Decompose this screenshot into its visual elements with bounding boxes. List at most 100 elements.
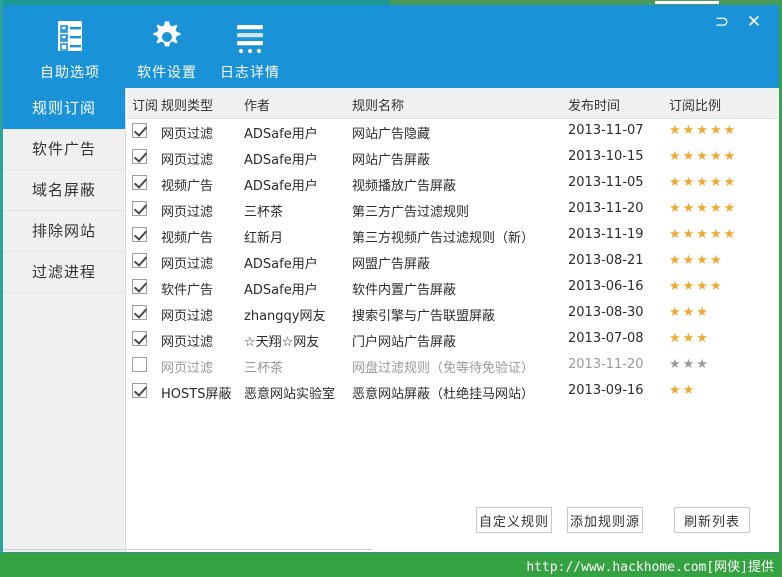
cell-author: ADSafe用户: [244, 153, 318, 168]
cell-subscription-rating: ★★: [669, 383, 697, 398]
checkbox-checked-icon[interactable]: [132, 383, 147, 398]
cell-author: ADSafe用户: [244, 257, 318, 272]
cell-author: ADSafe用户: [244, 179, 318, 194]
application-window: 自助选项 软件设置 日志详情 ⊃ ✕ 规则订阅 软件广告 域名屏蔽 排除网站 过…: [0, 0, 782, 577]
table-row[interactable]: 视频广告 红新月 第三方视频广告过滤规则（新） 2013-11-19 ★★★★★: [127, 223, 779, 249]
cell-rule-name: 网盘过滤规则（免等待免验证）: [352, 361, 535, 376]
toolbar-item-self-service-options[interactable]: 自助选项: [22, 17, 118, 82]
cell-author: ADSafe用户: [244, 127, 318, 142]
table-row[interactable]: 网页过滤 三杯茶 网盘过滤规则（免等待免验证） 2013-11-20 ★★★: [127, 353, 779, 379]
subscribe-checkbox[interactable]: [132, 305, 147, 320]
custom-rules-button[interactable]: 自定义规则: [476, 507, 552, 533]
toolbar-item-label: 自助选项: [40, 65, 100, 81]
checkbox-checked-icon[interactable]: [132, 149, 147, 164]
subscribe-checkbox[interactable]: [132, 357, 147, 372]
cell-rule-name: 软件内置广告屏蔽: [352, 283, 457, 298]
column-header-type: 规则类型: [161, 99, 214, 114]
cell-author: 红新月: [244, 231, 284, 246]
sidebar-item-label: 域名屏蔽: [31, 181, 96, 199]
table-row[interactable]: 视频广告 ADSafe用户 视频播放广告屏蔽 2013-11-05 ★★★★★: [127, 171, 779, 197]
sidebar-item-label: 过滤进程: [31, 263, 96, 281]
cell-rule-type: 软件广告: [161, 283, 214, 298]
gear-icon: [119, 17, 215, 57]
cell-rule-type: 网页过滤: [161, 257, 214, 272]
subscribe-checkbox[interactable]: [132, 227, 147, 242]
cell-rule-type: 网页过滤: [161, 309, 214, 324]
checkbox-checked-icon[interactable]: [132, 279, 147, 294]
cell-publish-date: 2013-10-15: [568, 149, 644, 164]
sidebar-item-label: 软件广告: [31, 140, 96, 158]
cell-rule-name: 网站广告屏蔽: [352, 153, 431, 168]
checkbox-checked-icon[interactable]: [132, 123, 147, 138]
window-top-highlight: [655, 1, 719, 4]
table-row[interactable]: HOSTS屏蔽 恶意网站实验室 恶意网站屏蔽（杜绝挂马网站） 2013-09-16 ★★: [127, 379, 779, 405]
table-row[interactable]: 软件广告 ADSafe用户 软件内置广告屏蔽 2013-06-16 ★★★★: [127, 275, 779, 301]
table-row[interactable]: 网页过滤 zhangqy网友 搜索引擎与广告联盟屏蔽 2013-08-30 ★★★: [127, 301, 779, 327]
cell-publish-date: 2013-11-07: [568, 123, 644, 138]
toolbar-item-software-settings[interactable]: 软件设置: [119, 17, 215, 82]
checkbox-checked-icon[interactable]: [132, 201, 147, 216]
cell-author: ADSafe用户: [244, 283, 318, 298]
checkbox-checked-icon[interactable]: [132, 331, 147, 346]
toolbar: 自助选项 软件设置 日志详情 ⊃ ✕: [3, 5, 779, 88]
cell-publish-date: 2013-11-19: [568, 227, 644, 242]
sidebar-item-0[interactable]: 规则订阅: [3, 88, 125, 129]
subscribe-checkbox[interactable]: [132, 253, 147, 268]
cell-publish-date: 2013-11-20: [568, 201, 644, 216]
column-header-subscribe: 订阅: [132, 99, 159, 114]
sidebar-item-4[interactable]: 过滤进程: [3, 252, 125, 293]
cell-subscription-rating: ★★★★: [669, 253, 724, 268]
sidebar-item-2[interactable]: 域名屏蔽: [3, 170, 125, 211]
table-row[interactable]: 网页过滤 三杯茶 第三方广告过滤规则 2013-11-20 ★★★★★: [127, 197, 779, 223]
table-row[interactable]: 网页过滤 ADSafe用户 网盟广告屏蔽 2013-08-21 ★★★★: [127, 249, 779, 275]
checkbox-unchecked-icon[interactable]: [132, 357, 147, 372]
checklist-icon: [22, 17, 118, 57]
restore-button[interactable]: ⊃: [709, 11, 735, 33]
table-row[interactable]: 网页过滤 ☆天翔☆网友 门户网站广告屏蔽 2013-07-08 ★★★: [127, 327, 779, 353]
subscribe-checkbox[interactable]: [132, 201, 147, 216]
toolbar-item-log-details[interactable]: 日志详情: [202, 17, 298, 82]
subscribe-checkbox[interactable]: [132, 149, 147, 164]
cell-subscription-rating: ★★★★★: [669, 123, 738, 138]
cell-subscription-rating: ★★★★★: [669, 201, 738, 216]
subscribe-checkbox[interactable]: [132, 123, 147, 138]
watermark-footer: http://www.hackhome.com[网侠]提供: [0, 553, 782, 577]
cell-subscription-rating: ★★★: [669, 305, 710, 320]
subscribe-checkbox[interactable]: [132, 331, 147, 346]
close-button[interactable]: ✕: [741, 11, 767, 33]
cell-subscription-rating: ★★★★★: [669, 149, 738, 164]
checkbox-checked-icon[interactable]: [132, 253, 147, 268]
cell-subscription-rating: ★★★★★: [669, 175, 738, 190]
checkbox-checked-icon[interactable]: [132, 305, 147, 320]
table-row[interactable]: 网页过滤 ADSafe用户 网站广告隐藏 2013-11-07 ★★★★★: [127, 119, 779, 145]
cell-publish-date: 2013-08-30: [568, 305, 644, 320]
column-header-name: 规则名称: [352, 99, 405, 114]
refresh-list-button[interactable]: 刷新列表: [674, 507, 750, 533]
content-pane: 订阅 规则类型 作者 规则名称 发布时间 订阅比例 网页过滤 ADSafe用户 网站…: [127, 88, 779, 553]
cell-rule-type: 网页过滤: [161, 205, 214, 220]
checkbox-checked-icon[interactable]: [132, 175, 147, 190]
sidebar-item-1[interactable]: 软件广告: [3, 129, 125, 170]
subscribe-checkbox[interactable]: [132, 383, 147, 398]
sidebar-item-label: 排除网站: [31, 222, 96, 240]
cell-publish-date: 2013-11-20: [568, 357, 644, 372]
log-lines-icon: [202, 17, 298, 57]
cell-subscription-rating: ★★★★: [669, 279, 724, 294]
cell-subscription-rating: ★★★★★: [669, 227, 738, 242]
subscribe-checkbox[interactable]: [132, 279, 147, 294]
watermark-text: http://www.hackhome.com[网侠]提供: [526, 560, 774, 575]
cell-publish-date: 2013-06-16: [568, 279, 644, 294]
subscribe-checkbox[interactable]: [132, 175, 147, 190]
sidebar-item-3[interactable]: 排除网站: [3, 211, 125, 252]
column-header-author: 作者: [244, 99, 271, 114]
add-rule-source-button[interactable]: 添加规则源: [567, 507, 643, 533]
cell-publish-date: 2013-11-05: [568, 175, 644, 190]
checkbox-checked-icon[interactable]: [132, 227, 147, 242]
table-header: 订阅 规则类型 作者 规则名称 发布时间 订阅比例: [127, 88, 779, 119]
cell-subscription-rating: ★★★: [669, 331, 710, 346]
cell-rule-type: 视频广告: [161, 231, 214, 246]
action-button-bar: 自定义规则 添加规则源 刷新列表: [127, 494, 779, 553]
table-row[interactable]: 网页过滤 ADSafe用户 网站广告屏蔽 2013-10-15 ★★★★★: [127, 145, 779, 171]
content-bottom-divider: [3, 549, 373, 550]
cell-rule-name: 网站广告隐藏: [352, 127, 431, 142]
